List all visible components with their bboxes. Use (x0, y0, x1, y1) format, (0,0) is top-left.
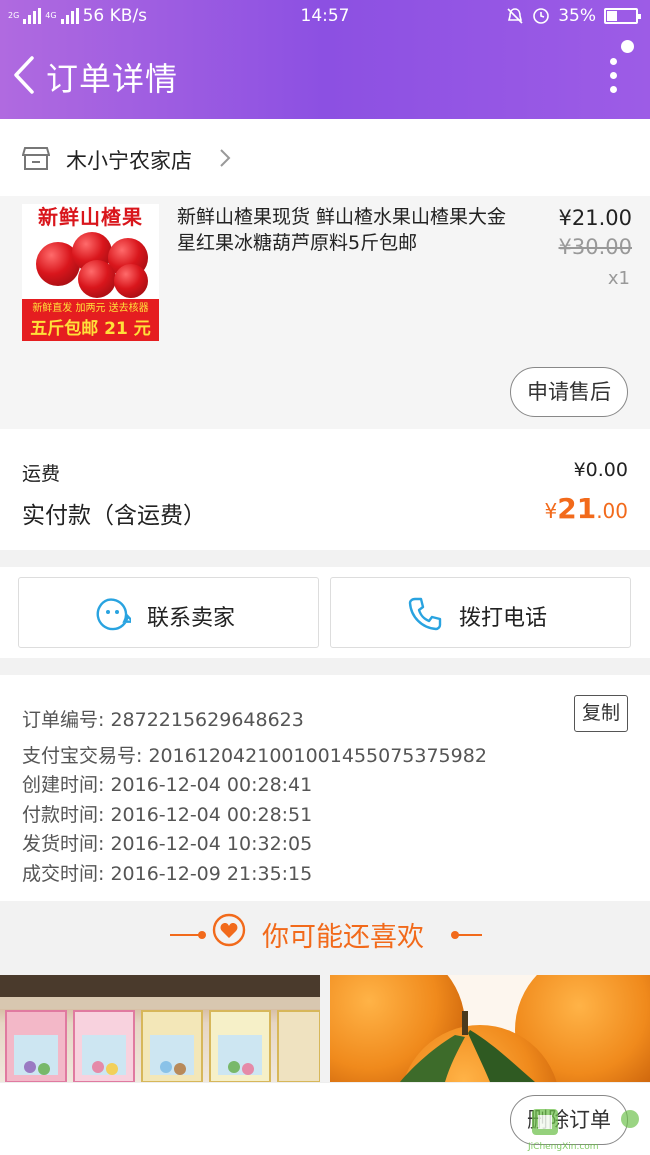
shipping-value: ¥0.00 (573, 459, 628, 481)
status-bar: 2G 4G 56 KB/s 14:57 35% (0, 0, 650, 34)
header: 订单详情 (0, 34, 650, 119)
product-price: ¥21.00 (558, 206, 632, 230)
bell-muted-icon (507, 8, 523, 24)
orange-fruit-image (330, 975, 650, 1082)
thumbnail-banner: 新鲜山楂果 (22, 204, 159, 230)
product-quantity: x1 (607, 268, 630, 289)
page-title: 订单详情 (46, 60, 179, 98)
completed-time: 成交时间: 2016-12-09 21:35:15 (22, 863, 313, 885)
call-button[interactable]: 拨打电话 (330, 577, 631, 648)
created-time: 创建时间: 2016-12-04 00:28:41 (22, 774, 313, 796)
store-icon (22, 147, 50, 170)
bottom-bar: 删除订单 JiChengXin.com (0, 1082, 650, 1155)
recommend-item-2[interactable] (330, 975, 650, 1082)
product-original-price: ¥30.00 (558, 235, 632, 259)
cost-summary: 运费 ¥0.00 实付款（含运费） ¥21.00 (0, 429, 650, 550)
paid-decimal: .00 (596, 499, 628, 523)
order-number: 订单编号: 2872215629648623 (22, 709, 304, 731)
call-label: 拨打电话 (459, 606, 548, 631)
paid-label: 实付款（含运费） (22, 503, 206, 529)
recommend-header: 你可能还喜欢 (0, 901, 650, 975)
contact-row: 联系卖家 拨打电话 (0, 567, 650, 658)
status-right: 35% (506, 6, 641, 26)
svg-text:JiChengXin.com: JiChengXin.com (527, 1142, 599, 1152)
alarm-icon (533, 8, 550, 24)
contact-seller-button[interactable]: 联系卖家 (18, 577, 319, 648)
product-thumbnail[interactable]: 新鲜山楂果 新鲜直发 加两元 送去核器 五斤包邮 21 元 (22, 204, 159, 341)
notification-dot (621, 40, 634, 53)
shipped-time: 发货时间: 2016-12-04 10:32:05 (22, 833, 313, 855)
recommend-right-line (452, 934, 482, 936)
store-name: 木小宁农家店 (66, 149, 192, 173)
shipping-label: 运费 (22, 463, 61, 485)
battery-icon (604, 8, 641, 24)
battery-level (607, 11, 617, 21)
claw-machine-image (0, 975, 320, 1082)
order-info: 订单编号: 2872215629648623 复制 支付宝交易号: 201612… (0, 675, 650, 901)
store-row[interactable]: 木小宁农家店 (0, 119, 650, 196)
chat-bubble-icon (96, 598, 131, 631)
recommend-item-1[interactable] (0, 975, 320, 1082)
contact-seller-label: 联系卖家 (147, 606, 236, 631)
paid-currency: ¥ (544, 499, 558, 523)
back-arrow-icon[interactable] (8, 50, 44, 100)
product-name: 新鲜山楂果现货 鲜山楂水果山楂果大金星红果冰糖葫芦原料5斤包邮 (177, 206, 507, 254)
product-card[interactable]: 新鲜山楂果 新鲜直发 加两元 送去核器 五斤包邮 21 元 新鲜山楂果现货 鲜山… (0, 196, 650, 429)
battery-percent: 35% (558, 6, 596, 26)
thumbnail-price-line: 五斤包邮 21 元 (22, 318, 159, 341)
copy-button[interactable]: 复制 (574, 695, 628, 732)
more-menu-icon[interactable] (606, 58, 620, 98)
top-bar: 2G 4G 56 KB/s 14:57 35% 订单详情 (0, 0, 650, 119)
phone-icon (408, 597, 442, 631)
watermark-logo: JiChengXin.com (527, 1109, 639, 1152)
paid-integer: 21 (557, 492, 597, 525)
chevron-right-icon (220, 149, 231, 167)
after-sale-button[interactable]: 申请售后 (510, 367, 628, 417)
hawthorn-image (22, 230, 159, 299)
paid-amount: ¥21.00 (544, 492, 628, 525)
paid-time: 付款时间: 2016-12-04 00:28:51 (22, 804, 313, 826)
thumbnail-promo-line: 新鲜直发 加两元 送去核器 (22, 299, 159, 318)
recommend-title: 你可能还喜欢 (262, 922, 424, 953)
alipay-trade-number: 支付宝交易号: 2016120421001001455075375982 (22, 745, 487, 767)
